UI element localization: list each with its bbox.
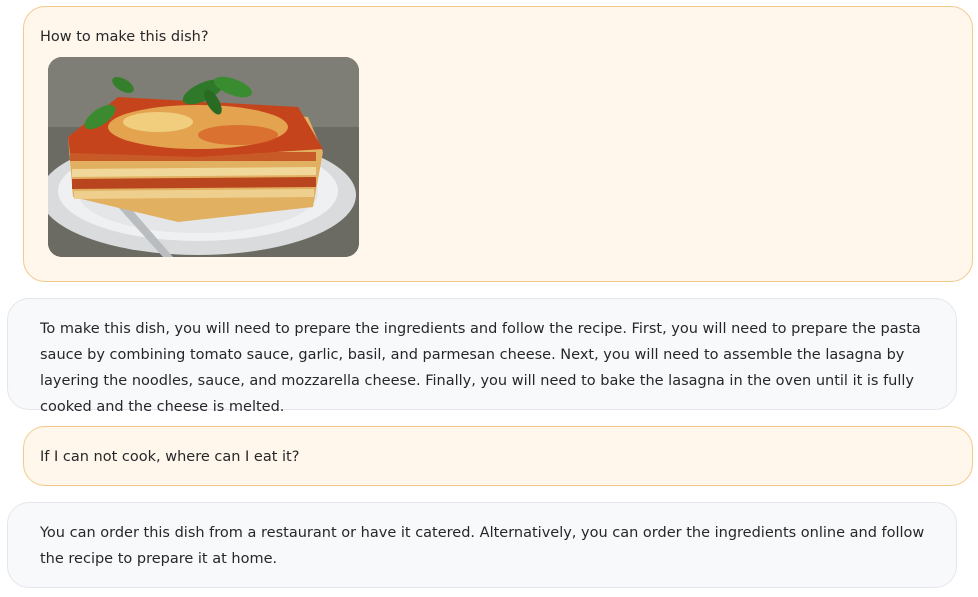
- user-message-bubble: How to make this dish?: [23, 6, 973, 282]
- assistant-message-text: You can order this dish from a restauran…: [40, 525, 925, 567]
- user-message-bubble: If I can not cook, where can I eat it?: [23, 426, 973, 486]
- assistant-message-text: To make this dish, you will need to prep…: [40, 321, 921, 415]
- user-message-text: How to make this dish?: [40, 29, 209, 45]
- lasagna-photo[interactable]: [48, 57, 359, 257]
- user-message-text: If I can not cook, where can I eat it?: [40, 449, 300, 465]
- assistant-message-bubble: You can order this dish from a restauran…: [7, 502, 957, 588]
- assistant-message-bubble: To make this dish, you will need to prep…: [7, 298, 957, 415]
